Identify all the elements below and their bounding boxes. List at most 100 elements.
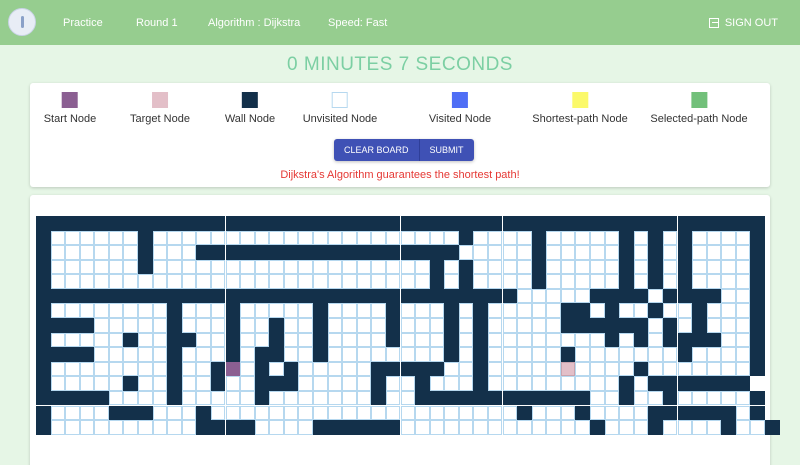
- unvisited-node[interactable]: [531, 318, 547, 333]
- unvisited-node[interactable]: [560, 245, 576, 260]
- unvisited-node[interactable]: [604, 259, 620, 275]
- wall-node[interactable]: [400, 216, 415, 231]
- unvisited-node[interactable]: [502, 274, 518, 289]
- wall-node[interactable]: [79, 347, 95, 362]
- unvisited-node[interactable]: [283, 230, 299, 246]
- unvisited-node[interactable]: [546, 274, 561, 289]
- unvisited-node[interactable]: [677, 303, 693, 318]
- unvisited-node[interactable]: [735, 230, 751, 246]
- unvisited-node[interactable]: [254, 274, 270, 289]
- unvisited-node[interactable]: [167, 274, 182, 289]
- unvisited-node[interactable]: [371, 332, 386, 348]
- unvisited-node[interactable]: [79, 420, 95, 435]
- wall-node[interactable]: [36, 347, 51, 362]
- wall-node[interactable]: [531, 245, 547, 260]
- wall-node[interactable]: [327, 288, 343, 304]
- unvisited-node[interactable]: [327, 347, 343, 362]
- unvisited-node[interactable]: [240, 361, 255, 377]
- wall-node[interactable]: [283, 288, 299, 304]
- unvisited-node[interactable]: [108, 361, 124, 377]
- wall-node[interactable]: [50, 347, 66, 362]
- wall-node[interactable]: [648, 245, 663, 260]
- unvisited-node[interactable]: [283, 259, 299, 275]
- unvisited-node[interactable]: [196, 347, 211, 362]
- wall-node[interactable]: [400, 288, 415, 304]
- wall-node[interactable]: [458, 230, 474, 246]
- unvisited-node[interactable]: [706, 230, 722, 246]
- wall-node[interactable]: [327, 216, 343, 231]
- wall-node[interactable]: [138, 245, 153, 260]
- unvisited-node[interactable]: [108, 332, 124, 348]
- wall-node[interactable]: [750, 318, 765, 333]
- unvisited-node[interactable]: [415, 230, 430, 246]
- unvisited-node[interactable]: [283, 318, 299, 333]
- unvisited-node[interactable]: [633, 405, 649, 421]
- wall-node[interactable]: [575, 390, 590, 406]
- wall-node[interactable]: [517, 405, 532, 421]
- wall-node[interactable]: [429, 216, 445, 231]
- wall-node[interactable]: [269, 376, 284, 391]
- unvisited-node[interactable]: [327, 274, 343, 289]
- unvisited-node[interactable]: [254, 332, 270, 348]
- unvisited-node[interactable]: [487, 332, 503, 348]
- wall-node[interactable]: [313, 318, 328, 333]
- unvisited-node[interactable]: [662, 303, 678, 318]
- unvisited-node[interactable]: [590, 274, 605, 289]
- unvisited-node[interactable]: [721, 361, 736, 377]
- start-node[interactable]: [225, 361, 241, 377]
- unvisited-node[interactable]: [240, 405, 255, 421]
- unvisited-node[interactable]: [94, 361, 109, 377]
- unvisited-node[interactable]: [502, 318, 518, 333]
- unvisited-node[interactable]: [342, 230, 357, 246]
- unvisited-node[interactable]: [590, 259, 605, 275]
- wall-node[interactable]: [79, 318, 95, 333]
- wall-node[interactable]: [36, 318, 51, 333]
- wall-node[interactable]: [531, 216, 547, 231]
- unvisited-node[interactable]: [735, 245, 751, 260]
- unvisited-node[interactable]: [50, 361, 66, 377]
- wall-node[interactable]: [531, 390, 547, 406]
- wall-node[interactable]: [415, 216, 430, 231]
- unvisited-node[interactable]: [560, 332, 576, 348]
- unvisited-node[interactable]: [502, 405, 518, 421]
- wall-node[interactable]: [65, 318, 80, 333]
- wall-node[interactable]: [298, 216, 313, 231]
- unvisited-node[interactable]: [385, 347, 401, 362]
- unvisited-node[interactable]: [444, 259, 459, 275]
- unvisited-node[interactable]: [327, 259, 343, 275]
- unvisited-node[interactable]: [706, 245, 722, 260]
- wall-node[interactable]: [385, 420, 401, 435]
- wall-node[interactable]: [196, 420, 211, 435]
- unvisited-node[interactable]: [721, 245, 736, 260]
- unvisited-node[interactable]: [415, 332, 430, 348]
- nav-round[interactable]: Round 1: [136, 17, 178, 29]
- wall-node[interactable]: [152, 216, 168, 231]
- unvisited-node[interactable]: [590, 361, 605, 377]
- unvisited-node[interactable]: [721, 318, 736, 333]
- unvisited-node[interactable]: [517, 288, 532, 304]
- unvisited-node[interactable]: [342, 390, 357, 406]
- unvisited-node[interactable]: [400, 420, 415, 435]
- unvisited-node[interactable]: [138, 420, 153, 435]
- wall-node[interactable]: [458, 274, 474, 289]
- wall-node[interactable]: [298, 245, 313, 260]
- unvisited-node[interactable]: [502, 230, 518, 246]
- wall-node[interactable]: [356, 216, 372, 231]
- wall-node[interactable]: [385, 288, 401, 304]
- wall-node[interactable]: [473, 376, 488, 391]
- unvisited-node[interactable]: [429, 230, 445, 246]
- wall-node[interactable]: [225, 318, 241, 333]
- unvisited-node[interactable]: [648, 332, 663, 348]
- wall-node[interactable]: [327, 420, 343, 435]
- unvisited-node[interactable]: [371, 230, 386, 246]
- wall-node[interactable]: [487, 216, 503, 231]
- unvisited-node[interactable]: [356, 318, 372, 333]
- unvisited-node[interactable]: [210, 405, 226, 421]
- unvisited-node[interactable]: [502, 332, 518, 348]
- wall-node[interactable]: [750, 230, 765, 246]
- wall-node[interactable]: [254, 361, 270, 377]
- unvisited-node[interactable]: [735, 405, 751, 421]
- unvisited-node[interactable]: [415, 347, 430, 362]
- wall-node[interactable]: [692, 376, 707, 391]
- unvisited-node[interactable]: [269, 405, 284, 421]
